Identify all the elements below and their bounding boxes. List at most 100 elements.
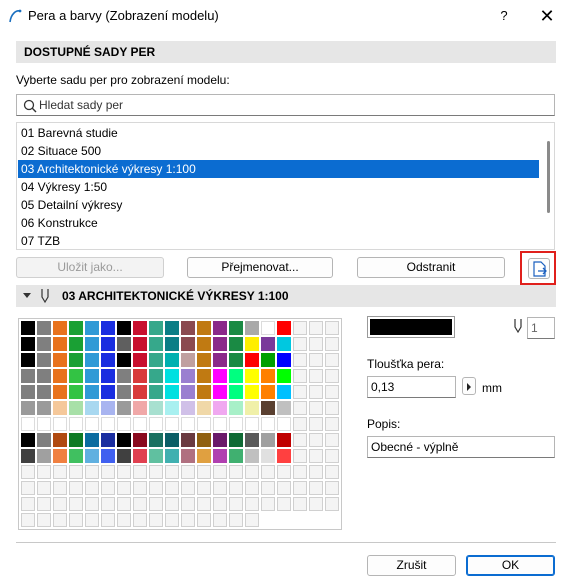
pen-swatch[interactable] <box>261 337 275 351</box>
pen-swatch-empty[interactable] <box>133 481 147 495</box>
pen-swatch[interactable] <box>69 353 83 367</box>
pen-swatch[interactable] <box>213 449 227 463</box>
pen-swatch-empty[interactable] <box>325 449 339 463</box>
pen-swatch[interactable] <box>245 337 259 351</box>
pen-swatch[interactable] <box>245 353 259 367</box>
pen-swatch[interactable] <box>101 385 115 399</box>
pen-swatch[interactable] <box>245 401 259 415</box>
ok-button[interactable]: OK <box>466 555 555 576</box>
pen-swatch[interactable] <box>117 369 131 383</box>
pen-color-palette[interactable] <box>18 318 342 530</box>
pen-swatch[interactable] <box>69 321 83 335</box>
pen-swatch-empty[interactable] <box>309 433 323 447</box>
pen-swatch[interactable] <box>229 417 243 431</box>
pen-swatch-empty[interactable] <box>309 481 323 495</box>
pen-swatch-empty[interactable] <box>85 497 99 511</box>
list-scrollbar[interactable] <box>547 141 550 213</box>
pen-swatch-empty[interactable] <box>37 465 51 479</box>
pen-swatch[interactable] <box>197 353 211 367</box>
pen-swatch-empty[interactable] <box>21 497 35 511</box>
pen-swatch[interactable] <box>53 433 67 447</box>
pen-swatch[interactable] <box>181 321 195 335</box>
pen-swatch[interactable] <box>85 321 99 335</box>
pen-swatch-empty[interactable] <box>101 481 115 495</box>
pen-swatch[interactable] <box>101 417 115 431</box>
pen-swatch-empty[interactable] <box>149 465 163 479</box>
pen-swatch[interactable] <box>37 337 51 351</box>
pen-swatch[interactable] <box>117 449 131 463</box>
thickness-input[interactable]: 0,13 <box>367 376 456 398</box>
pen-swatch-empty[interactable] <box>133 465 147 479</box>
pen-swatch[interactable] <box>69 417 83 431</box>
pen-swatch-empty[interactable] <box>69 465 83 479</box>
pen-swatch-empty[interactable] <box>309 321 323 335</box>
pen-swatch-empty[interactable] <box>293 337 307 351</box>
pen-swatch[interactable] <box>229 369 243 383</box>
pen-swatch-empty[interactable] <box>213 513 227 527</box>
pen-swatch[interactable] <box>101 337 115 351</box>
pen-swatch[interactable] <box>165 401 179 415</box>
pen-swatch[interactable] <box>85 401 99 415</box>
pen-swatch[interactable] <box>117 385 131 399</box>
pen-swatch[interactable] <box>69 449 83 463</box>
pen-swatch-empty[interactable] <box>197 465 211 479</box>
pen-swatch-empty[interactable] <box>309 337 323 351</box>
pen-swatch[interactable] <box>245 417 259 431</box>
pen-swatch-empty[interactable] <box>229 497 243 511</box>
pen-swatch[interactable] <box>229 433 243 447</box>
pen-swatch-empty[interactable] <box>37 497 51 511</box>
pen-swatch-empty[interactable] <box>133 513 147 527</box>
pen-swatch[interactable] <box>117 337 131 351</box>
pen-swatch[interactable] <box>37 433 51 447</box>
pen-swatch-empty[interactable] <box>245 497 259 511</box>
pen-swatch-empty[interactable] <box>197 481 211 495</box>
pen-swatch[interactable] <box>277 385 291 399</box>
pen-swatch[interactable] <box>229 449 243 463</box>
pen-swatch[interactable] <box>181 417 195 431</box>
pen-swatch-empty[interactable] <box>309 449 323 463</box>
pen-swatch[interactable] <box>165 417 179 431</box>
pen-swatch-empty[interactable] <box>293 321 307 335</box>
pen-swatch[interactable] <box>149 401 163 415</box>
close-button[interactable]: ✕ <box>530 4 564 28</box>
pen-swatch-empty[interactable] <box>21 513 35 527</box>
pen-swatch[interactable] <box>21 337 35 351</box>
pen-swatch-empty[interactable] <box>117 497 131 511</box>
pen-swatch[interactable] <box>261 385 275 399</box>
list-item[interactable]: 07 TZB <box>18 232 539 249</box>
pen-swatch[interactable] <box>229 337 243 351</box>
pen-swatch-empty[interactable] <box>309 417 323 431</box>
pen-swatch-empty[interactable] <box>53 481 67 495</box>
pen-swatch[interactable] <box>181 433 195 447</box>
pen-swatch-empty[interactable] <box>117 481 131 495</box>
list-item[interactable]: 01 Barevná studie <box>18 124 539 142</box>
pen-swatch-empty[interactable] <box>53 513 67 527</box>
pen-swatch[interactable] <box>277 401 291 415</box>
pen-swatch[interactable] <box>197 321 211 335</box>
cancel-button[interactable]: Zrušit <box>367 555 456 576</box>
pen-swatch-empty[interactable] <box>277 497 291 511</box>
pen-swatch[interactable] <box>277 353 291 367</box>
pen-swatch[interactable] <box>53 369 67 383</box>
pen-swatch[interactable] <box>149 433 163 447</box>
pen-swatch[interactable] <box>69 385 83 399</box>
pen-swatch[interactable] <box>37 449 51 463</box>
pen-swatch[interactable] <box>117 321 131 335</box>
pen-swatch-empty[interactable] <box>149 513 163 527</box>
pen-swatch[interactable] <box>197 369 211 383</box>
pen-swatch[interactable] <box>261 369 275 383</box>
pen-swatch[interactable] <box>197 401 211 415</box>
pen-swatch[interactable] <box>133 401 147 415</box>
pen-swatch[interactable] <box>149 321 163 335</box>
pen-swatch-empty[interactable] <box>325 353 339 367</box>
pen-swatch[interactable] <box>133 337 147 351</box>
pen-swatch-empty[interactable] <box>245 513 259 527</box>
pen-swatch[interactable] <box>277 417 291 431</box>
pen-swatch[interactable] <box>37 401 51 415</box>
pen-swatch-empty[interactable] <box>53 465 67 479</box>
pen-swatch-empty[interactable] <box>293 465 307 479</box>
pen-swatch[interactable] <box>261 401 275 415</box>
import-export-button[interactable] <box>528 258 550 279</box>
pen-swatch[interactable] <box>245 433 259 447</box>
pen-set-list[interactable]: 01 Barevná studie 02 Situace 500 03 Arch… <box>16 122 555 250</box>
